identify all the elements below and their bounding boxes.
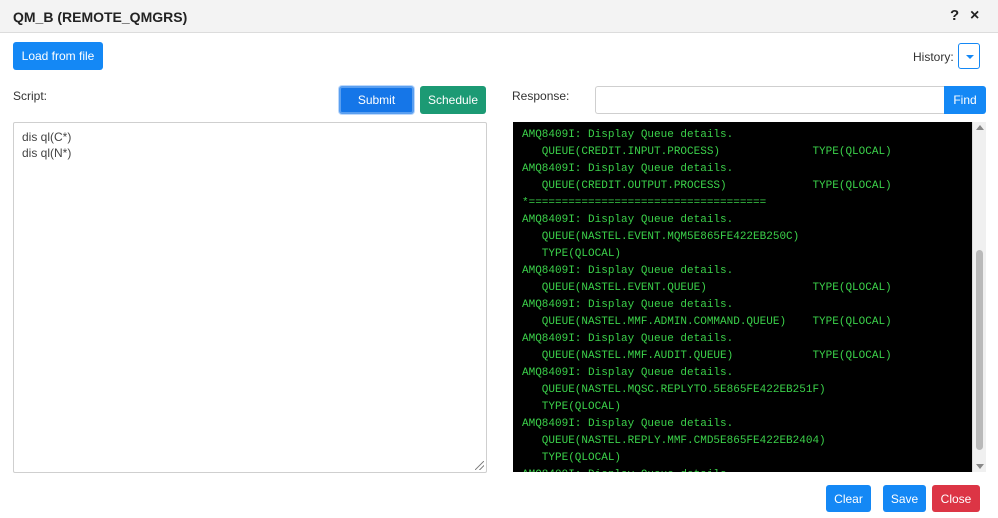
response-line: QUEUE(NASTEL.MMF.AUDIT.QUEUE) TYPE(QLOCA… [522, 350, 892, 362]
close-icon[interactable]: × [970, 7, 979, 25]
find-button[interactable]: Find [944, 86, 986, 114]
help-icon[interactable]: ? [950, 7, 959, 24]
schedule-button[interactable]: Schedule [420, 86, 486, 114]
script-label: Script: [13, 89, 48, 103]
response-line: AMQ8409I: Display Queue details. [522, 163, 734, 175]
response-scrollbar[interactable] [972, 122, 986, 472]
close-button[interactable]: Close [932, 485, 980, 512]
scroll-up-icon[interactable] [976, 125, 984, 130]
scroll-down-icon[interactable] [976, 464, 984, 469]
response-line: AMQ8409I: Display Queue details. [522, 299, 734, 311]
response-line: AMQ8409I: Display Queue details. [522, 265, 734, 277]
response-line: AMQ8409I: Display Queue details. [522, 129, 734, 141]
response-line: QUEUE(NASTEL.MQSC.REPLYTO.5E865FE422EB25… [522, 384, 826, 396]
history-dropdown[interactable] [958, 43, 980, 69]
response-label: Response: [512, 89, 570, 103]
response-line: QUEUE(CREDIT.OUTPUT.PROCESS) TYPE(QLOCAL… [522, 180, 892, 192]
submit-button[interactable]: Submit [339, 86, 414, 114]
response-line: AMQ8409I: Display Queue details. [522, 333, 734, 345]
response-line: AMQ8409I: Display Queue details. [522, 214, 734, 226]
scroll-thumb[interactable] [976, 250, 983, 450]
save-button[interactable]: Save [883, 485, 926, 512]
response-line: TYPE(QLOCAL) [522, 401, 622, 413]
response-line: TYPE(QLOCAL) [522, 452, 622, 464]
caret-down-icon [966, 55, 974, 59]
response-line: QUEUE(NASTEL.REPLY.MMF.CMD5E865FE422EB24… [522, 435, 826, 447]
load-from-file-button[interactable]: Load from file [13, 42, 103, 70]
response-line: AMQ8409I: Display Queue details. [522, 418, 734, 430]
clear-button[interactable]: Clear [826, 485, 871, 512]
response-output: AMQ8409I: Display Queue details. QUEUE(C… [522, 127, 962, 472]
history-label: History: [913, 50, 954, 64]
script-editor[interactable]: dis ql(C*) dis ql(N*) [13, 122, 487, 473]
find-input[interactable] [595, 86, 945, 114]
response-line: QUEUE(NASTEL.MMF.ADMIN.COMMAND.QUEUE) TY… [522, 316, 892, 328]
script-line: dis ql(N*) [22, 146, 72, 160]
dialog-titlebar: QM_B (REMOTE_QMGRS) ? × [0, 0, 998, 33]
response-line: *==================================== [522, 197, 767, 209]
resize-handle-icon[interactable] [475, 461, 484, 470]
response-line: AMQ8409I: Display Queue details. [522, 467, 962, 472]
response-line: QUEUE(NASTEL.EVENT.MQM5E865FE422EB250C) [522, 231, 800, 243]
response-console[interactable]: AMQ8409I: Display Queue details. QUEUE(C… [513, 122, 986, 472]
response-line: QUEUE(NASTEL.EVENT.QUEUE) TYPE(QLOCAL) [522, 282, 892, 294]
response-line: TYPE(QLOCAL) [522, 248, 622, 260]
response-line: QUEUE(CREDIT.INPUT.PROCESS) TYPE(QLOCAL) [522, 146, 892, 158]
script-line: dis ql(C*) [22, 130, 72, 144]
response-line: AMQ8409I: Display Queue details. [522, 367, 734, 379]
dialog-title: QM_B (REMOTE_QMGRS) [13, 9, 188, 25]
